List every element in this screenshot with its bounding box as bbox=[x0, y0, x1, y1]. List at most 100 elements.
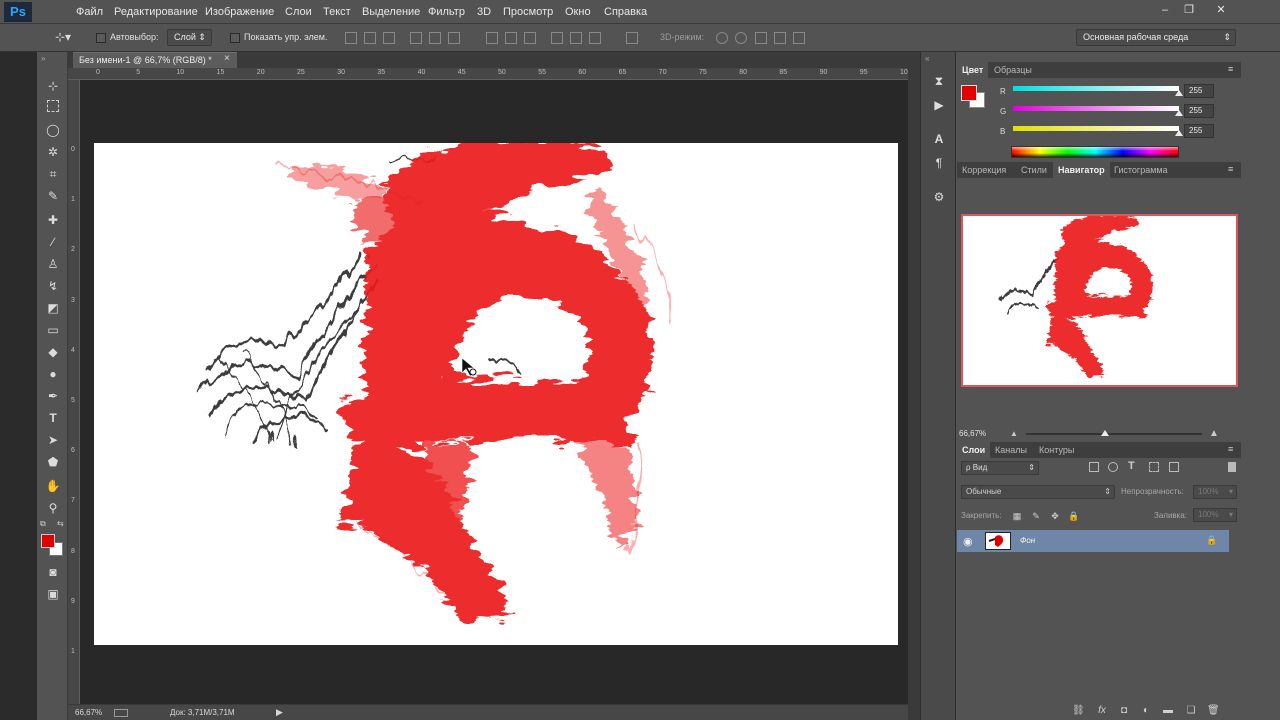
expand-panels-icon[interactable]: « bbox=[925, 54, 929, 63]
lock-all-icon[interactable]: 🔒 bbox=[1068, 511, 1079, 521]
status-proof-icon[interactable] bbox=[114, 709, 128, 717]
green-channel-value[interactable]: 255 bbox=[1184, 104, 1214, 118]
distribute-top-icon[interactable] bbox=[486, 32, 498, 44]
zoom-tool-icon[interactable]: ⚲ bbox=[44, 500, 62, 516]
actions-panel-icon[interactable]: ▶ bbox=[932, 98, 946, 112]
layer-style-icon[interactable]: fx bbox=[1096, 705, 1108, 717]
layer-row[interactable]: ◉ Фон 🔒 bbox=[957, 530, 1229, 552]
adjustment-layer-icon[interactable]: ◐ bbox=[1140, 705, 1152, 717]
marquee-tool-icon[interactable] bbox=[47, 100, 59, 112]
autoselect-target-select[interactable]: Слой ⇕ bbox=[167, 29, 212, 46]
pan-3d-icon[interactable] bbox=[755, 32, 767, 44]
link-layers-icon[interactable]: ⛓ bbox=[1072, 705, 1085, 717]
filter-smart-object-icon[interactable] bbox=[1169, 462, 1179, 472]
scale-3d-icon[interactable] bbox=[793, 32, 805, 44]
zoom-in-icon[interactable]: ▲ bbox=[1209, 428, 1219, 439]
tab-styles[interactable]: Стили bbox=[1016, 162, 1052, 178]
tab-navigator[interactable]: Навигатор bbox=[1053, 162, 1110, 178]
layer-filter-kind-select[interactable]: ρ Вид ⇕ bbox=[961, 461, 1039, 475]
align-left-icon[interactable] bbox=[410, 32, 422, 44]
document-canvas[interactable] bbox=[94, 143, 898, 645]
eraser-tool-icon[interactable]: ◩ bbox=[44, 300, 62, 316]
navigator-zoom-handle[interactable] bbox=[1101, 430, 1110, 436]
autoselect-checkbox[interactable] bbox=[96, 33, 106, 43]
align-right-icon[interactable] bbox=[448, 32, 460, 44]
swap-colors-icon[interactable]: ⇆ bbox=[57, 519, 64, 528]
menu-3d[interactable]: 3D bbox=[477, 0, 491, 24]
shape-tool-icon[interactable]: ⬟ bbox=[44, 454, 62, 470]
eyedropper-tool-icon[interactable]: ✎ bbox=[44, 188, 62, 204]
layer-name[interactable]: Фон bbox=[1020, 536, 1035, 545]
pen-tool-icon[interactable]: ✒ bbox=[44, 388, 62, 404]
align-vcenter-icon[interactable] bbox=[364, 32, 376, 44]
distribute-hcenter-icon[interactable] bbox=[570, 32, 582, 44]
layers-panel-menu-icon[interactable]: ≡ bbox=[1228, 444, 1233, 454]
path-selection-tool-icon[interactable]: ➤ bbox=[44, 432, 62, 448]
lock-pixels-icon[interactable]: ✎ bbox=[1031, 511, 1041, 521]
minimize-button[interactable]: – bbox=[1154, 2, 1176, 18]
filter-type-icon[interactable]: T bbox=[1128, 460, 1135, 472]
tab-paths[interactable]: Контуры bbox=[1034, 442, 1079, 458]
menu-filter[interactable]: Фильтр bbox=[428, 0, 465, 24]
lock-transparent-icon[interactable]: ▦ bbox=[1012, 511, 1022, 521]
dodge-tool-icon[interactable]: ● bbox=[44, 366, 62, 382]
align-hcenter-icon[interactable] bbox=[429, 32, 441, 44]
red-channel-slider[interactable] bbox=[1013, 86, 1179, 91]
tab-histogram[interactable]: Гистограмма bbox=[1109, 162, 1173, 178]
tab-layers[interactable]: Слои bbox=[957, 442, 991, 458]
tab-color[interactable]: Цвет bbox=[957, 62, 989, 78]
show-transform-checkbox[interactable] bbox=[230, 33, 240, 43]
history-brush-tool-icon[interactable]: ↯ bbox=[44, 278, 62, 294]
align-bottom-icon[interactable] bbox=[383, 32, 395, 44]
menu-edit[interactable]: Редактирование bbox=[114, 0, 198, 24]
opacity-input[interactable]: 100% ▾ bbox=[1193, 485, 1237, 499]
red-slider-handle[interactable] bbox=[1175, 90, 1183, 96]
color-panel-foreground-swatch[interactable] bbox=[961, 85, 977, 101]
filter-pixel-icon[interactable] bbox=[1089, 462, 1099, 472]
move-tool-preset-icon[interactable]: ⊹▾ bbox=[55, 30, 71, 44]
status-zoom[interactable]: 66,67% bbox=[75, 708, 102, 717]
navigator-zoom-value[interactable]: 66,67% bbox=[959, 429, 986, 438]
brush-tool-icon[interactable]: ∕ bbox=[44, 234, 62, 250]
layer-visibility-eye-icon[interactable]: ◉ bbox=[963, 535, 973, 548]
filter-toggle-icon[interactable] bbox=[1228, 462, 1236, 472]
filter-adjustment-icon[interactable] bbox=[1108, 462, 1118, 472]
healing-brush-tool-icon[interactable]: ✚ bbox=[44, 212, 62, 228]
menu-type[interactable]: Текст bbox=[323, 0, 351, 24]
navigator-preview[interactable] bbox=[961, 214, 1238, 387]
status-menu-arrow[interactable]: ▶ bbox=[276, 707, 283, 718]
paragraph-panel-icon[interactable]: ¶ bbox=[932, 156, 946, 170]
screen-mode-icon[interactable]: ▣ bbox=[44, 586, 62, 602]
lasso-tool-icon[interactable]: ◯ bbox=[44, 122, 62, 138]
restore-button[interactable]: ❐ bbox=[1178, 2, 1200, 18]
tab-swatches[interactable]: Образцы bbox=[989, 62, 1037, 78]
distribute-bottom-icon[interactable] bbox=[524, 32, 536, 44]
new-group-icon[interactable]: ▬ bbox=[1162, 705, 1174, 717]
move-tool-icon[interactable]: ⊹ bbox=[44, 78, 62, 94]
lock-position-icon[interactable]: ✥ bbox=[1050, 511, 1060, 521]
tab-channels[interactable]: Каналы bbox=[990, 442, 1032, 458]
blue-channel-value[interactable]: 255 bbox=[1184, 124, 1214, 138]
character-panel-icon[interactable]: A bbox=[932, 132, 946, 146]
default-colors-icon[interactable]: ⧉ bbox=[40, 519, 46, 529]
red-channel-value[interactable]: 255 bbox=[1184, 84, 1214, 98]
auto-align-icon[interactable] bbox=[626, 32, 638, 44]
new-layer-icon[interactable]: ❏ bbox=[1185, 705, 1197, 717]
type-tool-icon[interactable]: T bbox=[44, 410, 62, 426]
blue-channel-slider[interactable] bbox=[1013, 126, 1179, 131]
blur-tool-icon[interactable]: ◆ bbox=[44, 344, 62, 360]
document-tab[interactable]: Без имени-1 @ 66,7% (RGB/8) * bbox=[73, 52, 237, 68]
menu-file[interactable]: Файл bbox=[76, 0, 103, 24]
delete-layer-icon[interactable]: 🗑 bbox=[1207, 705, 1220, 717]
menu-select[interactable]: Выделение bbox=[362, 0, 420, 24]
menu-help[interactable]: Справка bbox=[604, 0, 647, 24]
tab-adjustments[interactable]: Коррекция bbox=[957, 162, 1011, 178]
roll-3d-icon[interactable] bbox=[735, 32, 747, 44]
align-top-icon[interactable] bbox=[345, 32, 357, 44]
green-slider-handle[interactable] bbox=[1175, 110, 1183, 116]
magic-wand-tool-icon[interactable]: ✲ bbox=[44, 144, 62, 160]
gradient-tool-icon[interactable]: ▭ bbox=[44, 322, 62, 338]
distribute-right-icon[interactable] bbox=[589, 32, 601, 44]
close-window-button[interactable]: ✕ bbox=[1210, 2, 1232, 18]
fill-input[interactable]: 100% ▾ bbox=[1193, 508, 1237, 522]
